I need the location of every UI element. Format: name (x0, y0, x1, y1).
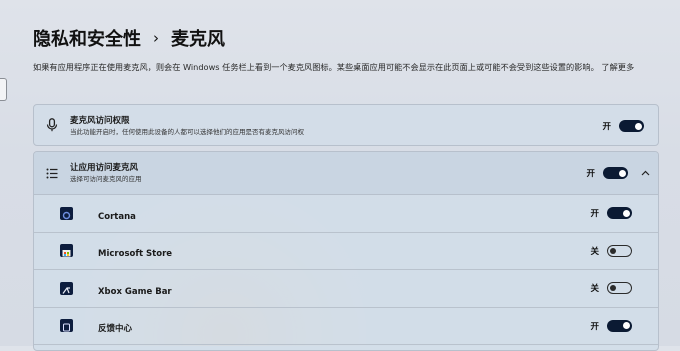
app-row-cortana: Cortana 开 (34, 195, 658, 233)
app-access-group: 让应用访问麦克风 选择可访问麦克风的应用 开 Cortana 开 Microso… (33, 151, 659, 351)
app-row-microsoft-store: Microsoft Store 关 (34, 233, 658, 270)
app-name: Cortana (98, 211, 136, 222)
page-description: 如果有应用程序正在使用麦克风，则会在 Windows 任务栏上看到一个麦克风图标… (33, 62, 635, 72)
page-title: 麦克风 (171, 29, 225, 50)
chevron-up-icon[interactable] (638, 170, 652, 176)
app-access-toggle[interactable] (603, 167, 628, 179)
app-state: 开 (590, 321, 599, 332)
app-toggle-microsoft-store[interactable] (607, 244, 632, 257)
app-access-subtitle: 选择可访问麦克风的应用 (70, 174, 142, 183)
microphone-access-title: 麦克风访问权限 (70, 115, 130, 126)
breadcrumb-parent[interactable]: 隐私和安全性 (33, 25, 141, 51)
xbox-game-bar-icon (59, 281, 73, 295)
microphone-access-subtitle: 当此功能开启时，任何使用此设备的人都可以选择他们的应用是否有麦克风访问权 (70, 127, 304, 136)
app-state: 关 (590, 284, 599, 295)
breadcrumb: 隐私和安全性 › 麦克风 (33, 26, 225, 50)
list-icon (46, 164, 58, 183)
feedback-hub-icon (59, 319, 73, 333)
breadcrumb-separator: › (153, 29, 159, 47)
cortana-icon (59, 206, 73, 220)
app-access-state: 开 (586, 169, 595, 179)
app-row-xbox-game-bar: Xbox Game Bar 关 (34, 270, 658, 308)
app-toggle-cortana[interactable] (607, 207, 632, 220)
app-state: 开 (590, 209, 599, 220)
learn-more-link[interactable]: 了解更多 (601, 62, 634, 72)
app-access-header[interactable]: 让应用访问麦克风 选择可访问麦克风的应用 开 (34, 152, 658, 195)
app-state: 关 (590, 246, 599, 257)
nav-pane-edge[interactable] (0, 78, 7, 101)
app-access-title: 让应用访问麦克风 (70, 162, 139, 173)
app-toggle-xbox-game-bar[interactable] (607, 282, 632, 295)
microphone-access-row[interactable]: 麦克风访问权限 当此功能开启时，任何使用此设备的人都可以选择他们的应用是否有麦克… (34, 105, 658, 147)
app-name: Microsoft Store (98, 249, 173, 260)
microphone-access-toggle[interactable] (619, 120, 644, 132)
microphone-access-card: 麦克风访问权限 当此功能开启时，任何使用此设备的人都可以选择他们的应用是否有麦克… (33, 104, 659, 146)
app-row-feedback-hub: 反馈中心 开 (34, 308, 658, 345)
microphone-access-state: 开 (602, 122, 611, 132)
store-icon (59, 244, 73, 258)
app-name: Xbox Game Bar (98, 286, 172, 297)
app-toggle-feedback-hub[interactable] (607, 319, 632, 332)
app-name: 反馈中心 (98, 324, 133, 335)
microphone-icon (46, 117, 58, 136)
